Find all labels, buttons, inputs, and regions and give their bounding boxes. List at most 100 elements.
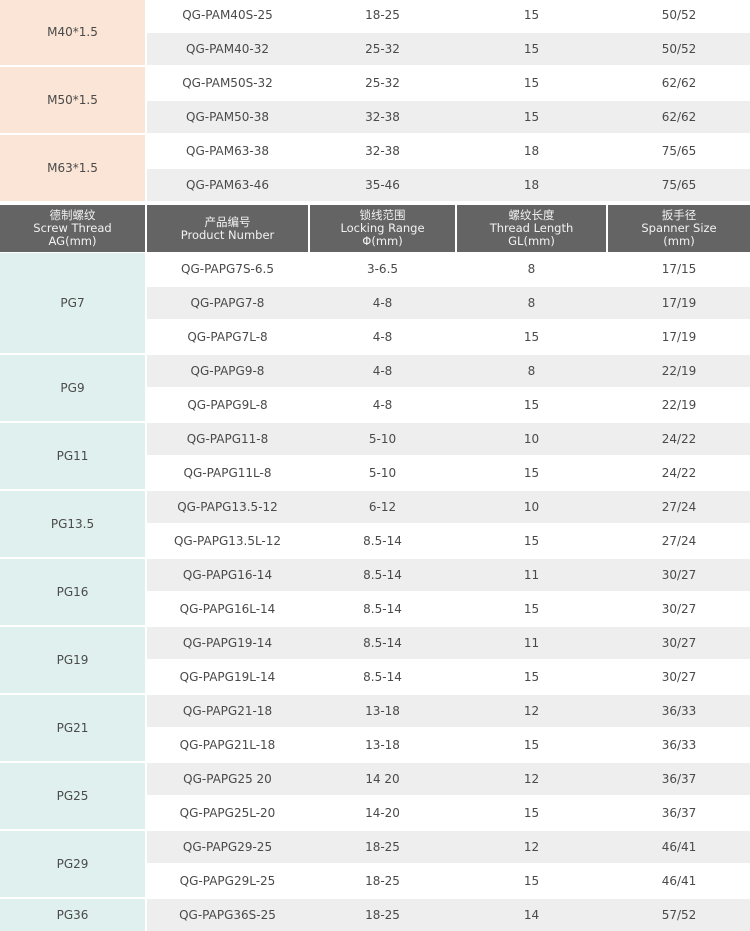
- spanner-cell: 36/33: [661, 704, 697, 718]
- spanner-cell: 36/37: [661, 806, 697, 820]
- column-header-label: GL(mm): [508, 234, 555, 248]
- length-cell: 15: [523, 738, 540, 752]
- length-cell: 11: [523, 568, 540, 582]
- product-cell: QG-PAPG16-14: [182, 568, 273, 582]
- length-cell: 12: [523, 772, 540, 786]
- column-header-thread: 德制螺纹 Screw Thread AG(mm): [0, 205, 145, 252]
- length-cell: 15: [523, 874, 540, 888]
- length-cell: 15: [523, 8, 540, 22]
- product-cell: QG-PAM63-38: [186, 144, 269, 158]
- product-cell: QG-PAPG29-25: [182, 840, 273, 854]
- length-cell: 15: [523, 534, 540, 548]
- length-cell: 18: [523, 178, 540, 192]
- column-header-label: Product Number: [180, 227, 275, 242]
- product-cell: QG-PAM40-32: [186, 42, 269, 56]
- spanner-cell: 36/37: [661, 772, 697, 786]
- product-cell: QG-PAPG19-14: [182, 636, 273, 650]
- product-cell: QG-PAPG19L-14: [179, 670, 276, 684]
- spanner-cell: 50/52: [661, 42, 697, 56]
- product-cell: QG-PAPG11L-8: [183, 466, 272, 480]
- length-cell: 15: [523, 330, 540, 344]
- spanner-cell: 27/24: [661, 500, 697, 514]
- length-cell: 18: [523, 144, 540, 158]
- thread-size-cell: PG29: [0, 831, 145, 897]
- column-header-label: 产品编号: [204, 214, 251, 229]
- product-cell: QG-PAM63-46: [186, 178, 269, 192]
- range-cell: 18-25: [365, 840, 400, 854]
- product-cell: QG-PAPG9-8: [190, 364, 265, 378]
- column-header-length: 螺纹长度 Thread Length GL(mm): [457, 205, 606, 252]
- range-cell: 3-6.5: [366, 262, 399, 276]
- range-cell: 14-20: [365, 806, 400, 820]
- spanner-cell: 36/33: [661, 738, 697, 752]
- product-cell: QG-PAPG9L-8: [187, 398, 268, 412]
- spanner-cell: 17/15: [661, 262, 697, 276]
- length-cell: 8: [527, 262, 536, 276]
- product-cell: QG-PAPG21L-18: [179, 738, 276, 752]
- range-cell: 32-38: [365, 110, 400, 124]
- range-cell: 8.5-14: [363, 534, 402, 548]
- length-cell: 11: [523, 636, 540, 650]
- product-cell: QG-PAPG7-8: [190, 296, 265, 310]
- spanner-cell: 57/52: [661, 908, 697, 922]
- column-header-spanner: 扳手径 Spanner Size (mm): [608, 205, 750, 252]
- thread-size-cell: M63*1.5: [0, 135, 145, 201]
- spanner-cell: 62/62: [661, 76, 697, 90]
- length-cell: 12: [523, 840, 540, 854]
- length-cell: 15: [523, 466, 540, 480]
- length-cell: 15: [523, 398, 540, 412]
- length-cell: 15: [523, 76, 540, 90]
- spanner-cell: 75/65: [661, 144, 697, 158]
- length-cell: 10: [523, 432, 540, 446]
- length-cell: 15: [523, 42, 540, 56]
- spanner-cell: 17/19: [661, 296, 697, 310]
- length-cell: 12: [523, 704, 540, 718]
- spanner-cell: 24/22: [661, 466, 697, 480]
- column-header-label: Φ(mm): [362, 234, 403, 248]
- thread-size-cell: PG11: [0, 423, 145, 489]
- product-cell: QG-PAPG29L-25: [179, 874, 276, 888]
- length-cell: 15: [523, 110, 540, 124]
- product-cell: QG-PAPG16L-14: [179, 602, 276, 616]
- length-cell: 15: [523, 602, 540, 616]
- range-cell: 8.5-14: [363, 636, 402, 650]
- column-header-label: AG(mm): [48, 234, 97, 248]
- range-cell: 18-25: [365, 8, 400, 22]
- range-cell: 18-25: [365, 874, 400, 888]
- product-cell: QG-PAPG36S-25: [179, 908, 276, 922]
- range-cell: 8.5-14: [363, 670, 402, 684]
- spanner-cell: 27/24: [661, 534, 697, 548]
- column-header-range: 锁线范围 Locking Range Φ(mm): [310, 205, 455, 252]
- column-header-label: (mm): [663, 234, 695, 248]
- length-cell: 15: [523, 670, 540, 684]
- spanner-cell: 30/27: [661, 568, 697, 582]
- spanner-cell: 30/27: [661, 636, 697, 650]
- product-cell: QG-PAPG7S-6.5: [181, 262, 274, 276]
- thread-size-cell: PG13.5: [0, 491, 145, 557]
- spanner-cell: 17/19: [661, 330, 697, 344]
- range-cell: 25-32: [365, 42, 400, 56]
- thread-size-cell: PG19: [0, 627, 145, 693]
- length-cell: 8: [527, 296, 536, 310]
- spanner-cell: 22/19: [661, 398, 697, 412]
- thread-size-cell: PG21: [0, 695, 145, 761]
- product-cell: QG-PAM50S-32: [182, 76, 273, 90]
- product-cell: QG-PAM40S-25: [182, 8, 273, 22]
- thread-size-cell: PG7: [0, 253, 145, 353]
- spanner-cell: 62/62: [661, 110, 697, 124]
- product-cell: QG-PAPG13.5L-12: [173, 534, 282, 548]
- range-cell: 14 20: [365, 772, 400, 786]
- range-cell: 5-10: [368, 466, 397, 480]
- range-cell: 13-18: [365, 738, 400, 752]
- product-cell: QG-PAPG7L-8: [187, 330, 268, 344]
- length-cell: 10: [523, 500, 540, 514]
- product-cell: QG-PAPG11-8: [186, 432, 269, 446]
- column-header-product: 产品编号 Product Number: [147, 205, 308, 252]
- range-cell: 32-38: [365, 144, 400, 158]
- range-cell: 25-32: [365, 76, 400, 90]
- length-cell: 15: [523, 806, 540, 820]
- thread-size-cell: M40*1.5: [0, 0, 145, 65]
- thread-size-cell: PG25: [0, 763, 145, 829]
- range-cell: 8.5-14: [363, 568, 402, 582]
- spanner-cell: 46/41: [661, 840, 697, 854]
